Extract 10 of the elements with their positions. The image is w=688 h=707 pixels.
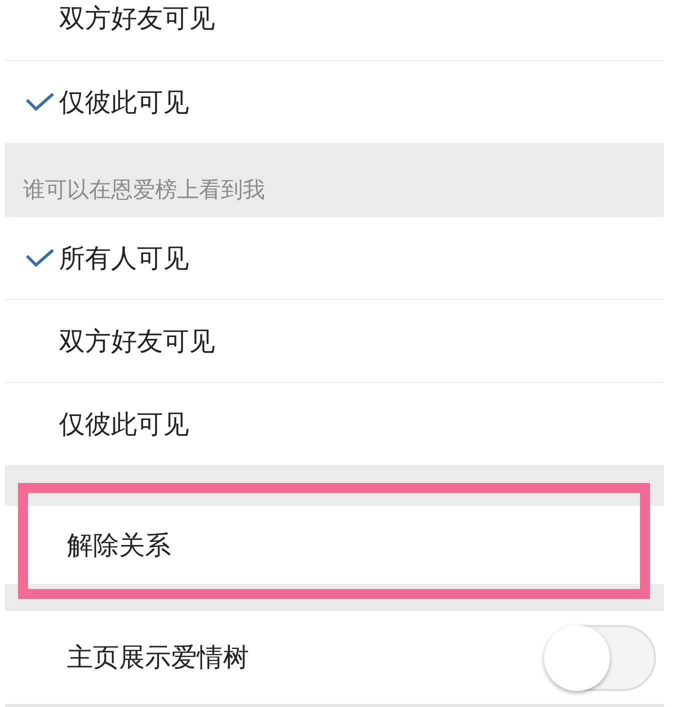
section-header: 谁可以在恩爱榜上看到我 bbox=[23, 177, 265, 205]
option-label: 双方好友可见 bbox=[59, 2, 215, 36]
option-label: 所有人可见 bbox=[59, 242, 189, 276]
check-icon bbox=[25, 248, 55, 268]
option-label: 仅彼此可见 bbox=[59, 86, 189, 120]
option-label: 双方好友可见 bbox=[59, 326, 215, 358]
setting-label: 主页展示爱情树 bbox=[67, 642, 250, 675]
option-label: 仅彼此可见 bbox=[59, 408, 189, 442]
check-icon bbox=[25, 92, 55, 112]
toggle-switch[interactable] bbox=[544, 624, 656, 690]
